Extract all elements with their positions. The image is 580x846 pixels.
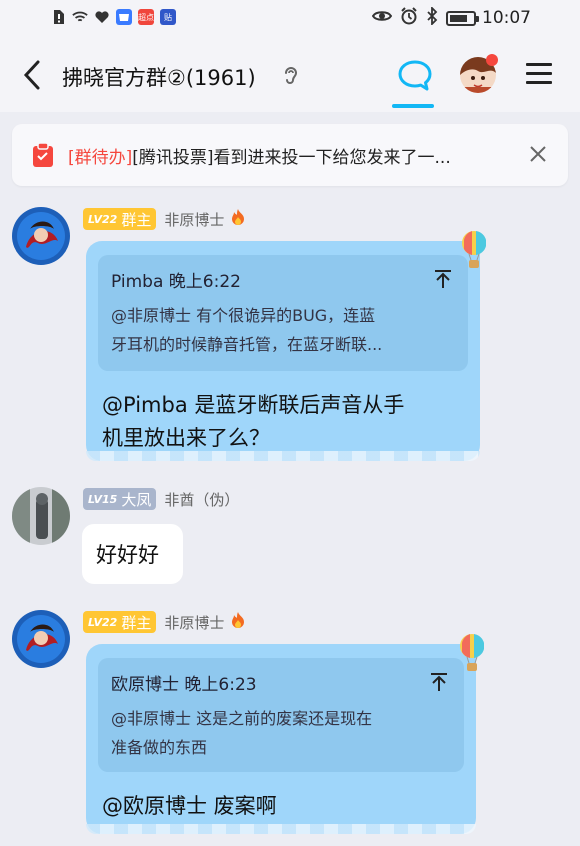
quote-body: @非原博士 这是之前的废案还是现在 准备做的东西 bbox=[111, 709, 373, 757]
balloon-icon bbox=[460, 634, 484, 671]
fire-icon bbox=[230, 611, 246, 633]
sender-name[interactable]: 非酋（伪） bbox=[164, 489, 239, 510]
chevron-left-icon bbox=[23, 60, 40, 90]
sender-avatar[interactable] bbox=[12, 487, 70, 545]
sender-avatar[interactable] bbox=[12, 610, 70, 668]
wifi-icon bbox=[72, 8, 88, 26]
message-text: 好好好 bbox=[96, 543, 159, 567]
app-chip-chaodian: 超点 bbox=[138, 9, 154, 25]
sender-name[interactable]: 非原博士 bbox=[164, 209, 224, 230]
menu-button[interactable] bbox=[526, 63, 552, 87]
todo-tag: [群待办] bbox=[68, 148, 133, 168]
close-icon[interactable] bbox=[528, 144, 548, 164]
jump-to-top-icon[interactable] bbox=[430, 672, 448, 692]
chat-header: 拂晓官方群②(1961) bbox=[0, 40, 580, 112]
alert-icon bbox=[50, 8, 66, 26]
back-button[interactable] bbox=[18, 58, 48, 92]
quote-header: Pimba 晚上6:22 bbox=[111, 272, 241, 292]
clipboard-icon bbox=[33, 142, 53, 167]
chat-bubble-icon[interactable] bbox=[396, 58, 434, 94]
sender-meta: LV22 群主 非原博士 bbox=[83, 208, 246, 230]
notification-dot bbox=[486, 54, 498, 66]
todo-content: [腾讯投票]看到进来投一下给您发来了一... bbox=[132, 148, 451, 168]
todo-text: [群待办][腾讯投票]看到进来投一下给您发来了一... bbox=[68, 143, 451, 168]
message-bubble[interactable]: 欧原博士 晚上6:23 @非原博士 这是之前的废案还是现在 准备做的东西 @欧原… bbox=[86, 644, 476, 834]
group-todo-banner[interactable]: [群待办][腾讯投票]看到进来投一下给您发来了一... bbox=[12, 124, 568, 186]
eye-icon bbox=[371, 9, 393, 27]
quoted-message[interactable]: Pimba 晚上6:22 @非原博士 有个很诡异的BUG，连蓝 牙耳机的时候静音… bbox=[98, 255, 468, 371]
balloon-icon bbox=[462, 231, 486, 268]
app-chip-tieba: 贴 bbox=[160, 9, 176, 25]
alarm-icon bbox=[400, 7, 418, 29]
sender-name[interactable]: 非原博士 bbox=[164, 612, 224, 633]
shopping-icon bbox=[116, 9, 132, 25]
ear-icon bbox=[285, 67, 298, 84]
level-badge: LV22 群主 bbox=[83, 208, 157, 230]
health-icon bbox=[94, 8, 110, 26]
quote-body: @非原博士 有个很诡异的BUG，连蓝 牙耳机的时候静音托管，在蓝牙断联... bbox=[111, 306, 383, 354]
sender-avatar[interactable] bbox=[12, 207, 70, 265]
level-badge: LV22 群主 bbox=[83, 611, 157, 633]
quote-header: 欧原博士 晚上6:23 bbox=[111, 675, 257, 695]
reply-text: @欧原博士 废案啊 bbox=[102, 794, 277, 818]
active-tab-indicator bbox=[392, 104, 434, 108]
status-bar: 超点 贴 10:07 bbox=[0, 0, 580, 40]
battery-icon bbox=[446, 10, 479, 26]
message-bubble[interactable]: Pimba 晚上6:22 @非原博士 有个很诡异的BUG，连蓝 牙耳机的时候静音… bbox=[86, 241, 480, 461]
sender-meta: LV15 大凤 非酋（伪） bbox=[83, 488, 239, 510]
reply-text: @Pimba 是蓝牙断联后声音从手 机里放出来了么？ bbox=[102, 393, 405, 450]
bluetooth-icon bbox=[426, 5, 438, 29]
status-time: 10:07 bbox=[482, 8, 531, 28]
message-bubble[interactable]: 好好好 bbox=[82, 524, 183, 584]
quoted-message[interactable]: 欧原博士 晚上6:23 @非原博士 这是之前的废案还是现在 准备做的东西 bbox=[98, 658, 464, 772]
page-title[interactable]: 拂晓官方群②(1961) bbox=[62, 62, 256, 92]
jump-to-top-icon[interactable] bbox=[434, 269, 452, 289]
fire-icon bbox=[230, 208, 246, 230]
sender-meta: LV22 群主 非原博士 bbox=[83, 611, 246, 633]
level-badge: LV15 大凤 bbox=[83, 488, 157, 510]
